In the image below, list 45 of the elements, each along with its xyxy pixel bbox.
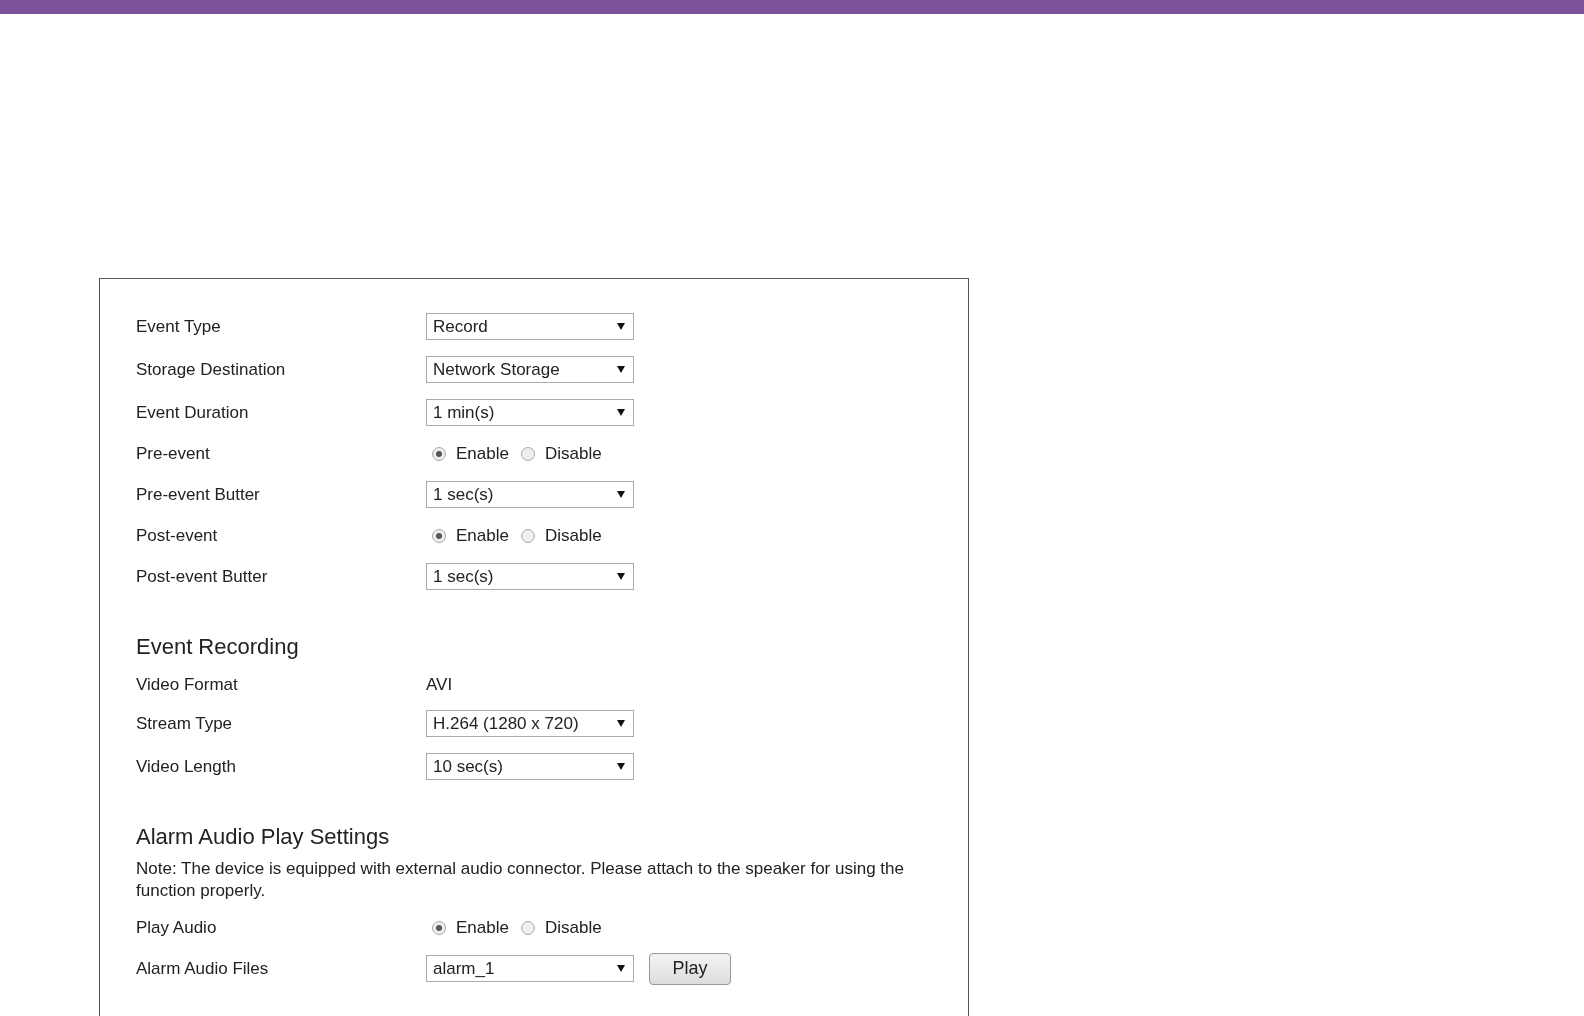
caret-icon	[617, 409, 625, 416]
field-label: Stream Type	[136, 713, 234, 734]
radio-button[interactable]	[432, 446, 446, 461]
field-label: Event Duration	[136, 402, 250, 423]
section-heading: Alarm Audio Play Settings	[136, 824, 391, 850]
field-label: Alarm Audio Files	[136, 958, 270, 979]
field-value: AVI	[426, 675, 453, 695]
note-text: Note: The device is equipped with external audio connector. Please attach to the speaker for using the function properly.	[136, 858, 905, 902]
caret-icon	[617, 366, 625, 373]
field-label: Play Audio	[136, 917, 218, 938]
caret-icon	[617, 323, 625, 330]
dropdown[interactable]: alarm_1	[426, 955, 634, 982]
play-button[interactable]: Play	[649, 952, 731, 985]
radio-label[interactable]: Disable	[544, 525, 602, 546]
radio-label[interactable]: Enable	[456, 525, 509, 546]
dropdown[interactable]: 10 sec(s)	[426, 753, 634, 780]
field-label: Storage Destination	[136, 359, 287, 380]
caret-icon	[617, 965, 625, 972]
caret-icon	[617, 720, 625, 727]
caret-icon	[617, 573, 625, 580]
caret-icon	[617, 763, 625, 770]
caret-icon	[617, 491, 625, 498]
dropdown[interactable]: 1 sec(s)	[426, 481, 634, 508]
field-label: Post-event	[136, 525, 219, 546]
dropdown[interactable]: Network Storage	[426, 356, 634, 383]
section-heading: Event Recording	[136, 634, 300, 660]
radio-label[interactable]: Disable	[544, 443, 602, 464]
field-label: Event Type	[136, 316, 222, 337]
radio-button[interactable]	[432, 528, 446, 543]
radio-label[interactable]: Enable	[456, 443, 509, 464]
dropdown[interactable]: 1 sec(s)	[426, 563, 634, 590]
dropdown[interactable]: H.264 (1280 x 720)	[426, 710, 634, 737]
radio-label[interactable]: Disable	[544, 917, 602, 938]
radio-button[interactable]	[520, 920, 535, 935]
radio-button[interactable]	[520, 528, 535, 543]
radio-label[interactable]: Enable	[456, 917, 509, 938]
field-label: Pre-event Butter	[136, 484, 261, 505]
field-label: Pre-event	[136, 443, 211, 464]
radio-button[interactable]	[520, 446, 535, 461]
field-label: Video Format	[136, 675, 239, 695]
dropdown[interactable]: Record	[426, 313, 634, 340]
radio-button[interactable]	[432, 920, 446, 935]
field-label: Post-event Butter	[136, 566, 269, 587]
field-label: Video Length	[136, 756, 237, 777]
dropdown[interactable]: 1 min(s)	[426, 399, 634, 426]
